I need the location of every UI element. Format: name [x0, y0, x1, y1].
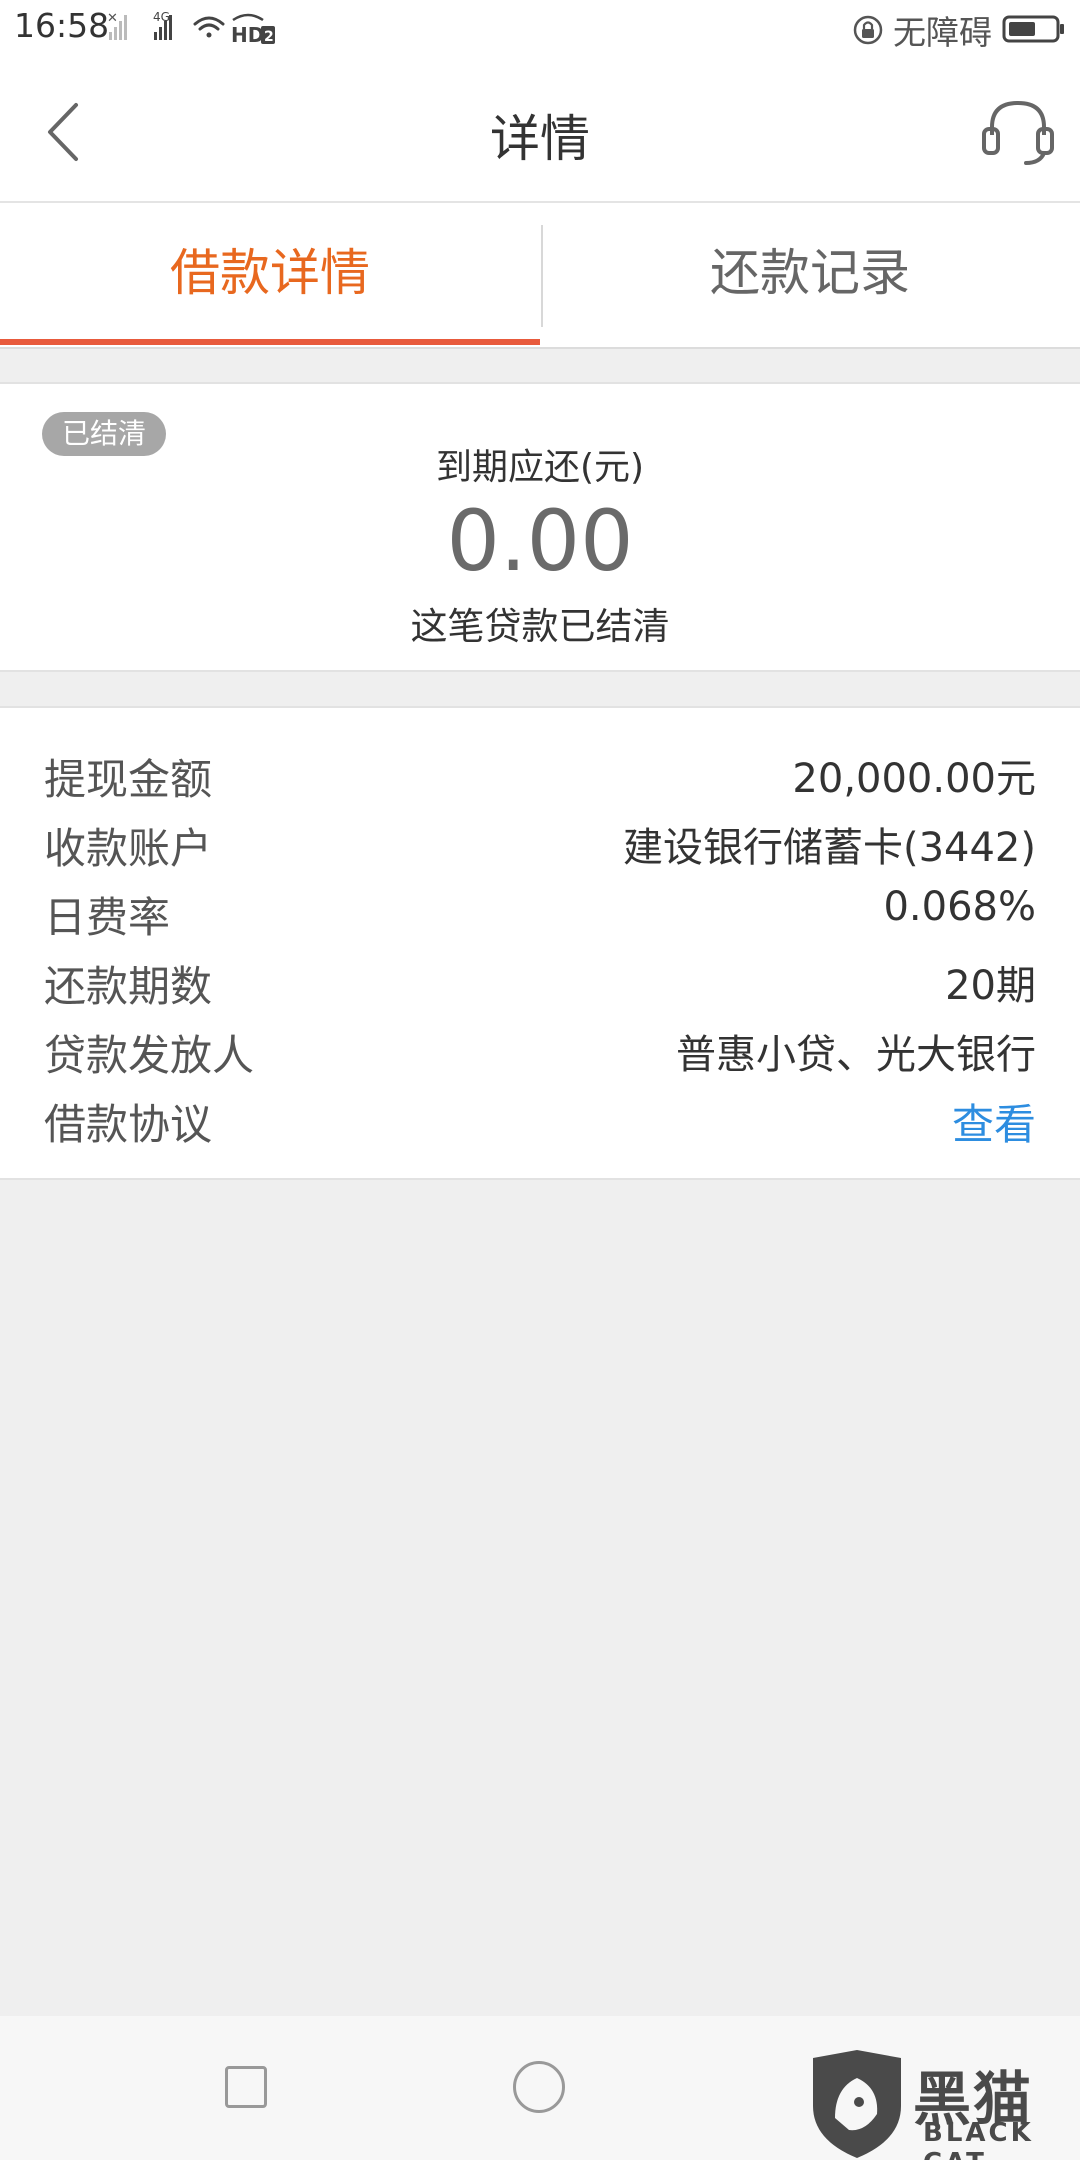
page-title: 详情 [490, 110, 590, 168]
detail-value: 普惠小贷、光大银行 [676, 1032, 1036, 1078]
detail-row-installments: 还款期数 20期 [0, 947, 1080, 1016]
detail-value: 建设银行储蓄卡(3442) [622, 825, 1036, 871]
hd-icon: HD 2 [231, 13, 275, 47]
detail-row-receiving-account: 收款账户 建设银行储蓄卡(3442) [0, 809, 1080, 878]
svg-text:2: 2 [264, 29, 274, 45]
detail-value: 20期 [945, 963, 1036, 1009]
detail-row-withdrawal-amount: 提现金额 20,000.00元 [0, 740, 1080, 809]
due-amount-label: 到期应还(元) [435, 447, 645, 488]
signal-icons: ✕ 4G HD 2 [107, 10, 275, 47]
loan-detail-list: 提现金额 20,000.00元 收款账户 建设银行储蓄卡(3442) 日费率 0… [0, 706, 1080, 1180]
signal-4g-icon: 4G [153, 10, 172, 40]
system-nav-bar: 黑猫 BLACK CAT [0, 2016, 1080, 2160]
due-amount-value: 0.00 [446, 492, 634, 590]
battery-icon [1002, 15, 1064, 43]
detail-row-loan-agreement: 借款协议 查看 [0, 1085, 1080, 1154]
customer-service-headset-icon[interactable] [978, 93, 1058, 169]
detail-label: 贷款发放人 [44, 1031, 255, 1080]
detail-value: 0.068% [883, 884, 1036, 930]
watermark-english-text: BLACK CAT [923, 2118, 1034, 2160]
wifi-icon [193, 16, 225, 38]
signal-no-sim-icon: ✕ [107, 11, 127, 40]
svg-text:4G: 4G [153, 10, 170, 24]
home-button[interactable] [513, 2061, 565, 2113]
shield-cat-logo-icon [813, 2050, 901, 2158]
detail-row-lender: 贷款发放人 普惠小贷、光大银行 [0, 1016, 1080, 1085]
status-bar: 16:58 ✕ 4G HD 2 无障碍 [0, 0, 1080, 55]
tab-bar: 借款详情 还款记录 [0, 203, 1080, 349]
detail-label: 日费率 [44, 893, 171, 942]
detail-label: 收款账户 [44, 824, 213, 873]
detail-label: 提现金额 [44, 755, 213, 804]
detail-value: 20,000.00元 [792, 756, 1036, 802]
tab-repayment-records[interactable]: 还款记录 [540, 203, 1080, 347]
app-header: 详情 [0, 55, 1080, 203]
black-cat-watermark: 黑猫 BLACK CAT [805, 2048, 1075, 2160]
tab-loan-details[interactable]: 借款详情 [0, 203, 540, 347]
active-tab-indicator [0, 339, 540, 345]
status-time: 16:58 [14, 6, 110, 45]
loan-status-text: 这笔贷款已结清 [410, 605, 670, 648]
detail-row-daily-rate: 日费率 0.068% [0, 878, 1080, 947]
detail-label: 还款期数 [44, 962, 213, 1011]
accessibility-lock-icon [853, 15, 883, 45]
loan-summary-card: 已结清 到期应还(元) 0.00 这笔贷款已结清 [0, 382, 1080, 672]
recent-apps-button[interactable] [225, 2066, 267, 2108]
detail-label: 借款协议 [44, 1100, 213, 1149]
view-agreement-link[interactable]: 查看 [952, 1091, 1036, 1152]
svg-text:HD: HD [231, 23, 264, 47]
accessibility-label: 无障碍 [893, 13, 992, 52]
svg-text:✕: ✕ [107, 11, 118, 26]
